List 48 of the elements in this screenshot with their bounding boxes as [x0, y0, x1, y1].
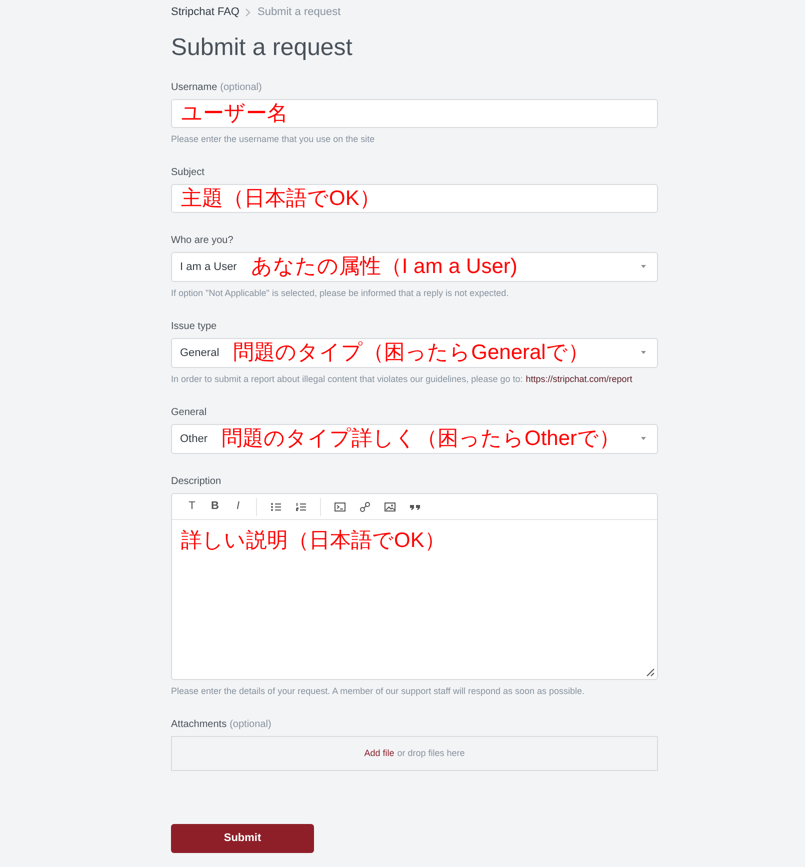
annotation-text: 問題のタイプ（困ったらGeneralで） — [233, 342, 589, 362]
field-label: Subject — [171, 166, 204, 178]
annotation-text: 問題のタイプ詳しく（困ったらOtherで） — [222, 428, 620, 448]
chevron-icon — [245, 8, 252, 16]
field-label: Who are you? — [171, 234, 234, 246]
breadcrumb-link[interactable]: Stripchat FAQ — [171, 4, 240, 20]
report-link[interactable]: https://stripchat.com/report — [526, 373, 632, 385]
field-label: General — [171, 406, 207, 418]
text-input[interactable]: 主題（日本語でOK） — [171, 184, 658, 213]
hint-text: In order to submit a report about illegal content that violates our guidelines, please go to: — [171, 373, 523, 385]
annotation-text: ユーザー名 — [181, 103, 288, 124]
text-editor[interactable]: T B I 詳しい説明（日本語でOK） — [171, 493, 658, 680]
submit-button[interactable]: Submit — [171, 824, 314, 853]
numbered-list-icon[interactable] — [295, 500, 307, 512]
hint-text: Please enter the username that you use on the site — [171, 133, 375, 145]
field-label: Issue type — [171, 320, 217, 332]
annotation-text: あなたの属性（I am a User) — [250, 256, 518, 276]
page-title: Submit a request — [171, 33, 354, 63]
dropdown-value: Other — [180, 432, 208, 447]
hint-text: If option "Not Applicable" is selected, please be informed that a reply is not expected. — [171, 287, 509, 299]
image-icon[interactable] — [384, 500, 396, 512]
add-file-link[interactable]: Add file — [364, 746, 394, 760]
caret-icon — [641, 351, 646, 354]
hint-text: Please enter the details of your request. A member of our support staff will respond as soon as possible. — [171, 685, 585, 697]
dropdown-value: General — [180, 346, 220, 361]
dropzone-text: or drop files here — [397, 746, 465, 760]
format-button[interactable]: T — [187, 498, 197, 515]
field-label: Description — [171, 475, 222, 487]
caret-icon — [641, 437, 646, 440]
dropdown-value: I am a User — [180, 260, 237, 275]
text-input[interactable]: ユーザー名 — [171, 99, 658, 128]
caret-icon — [641, 265, 646, 268]
dropdown[interactable]: General 問題のタイプ（困ったらGeneralで） — [171, 338, 658, 368]
annotation-text: 詳しい説明（日本語でOK） — [181, 529, 446, 552]
dropdown[interactable]: I am a User あなたの属性（I am a User) — [171, 252, 658, 282]
field-label: Attachments — [171, 718, 227, 730]
annotation-text: 主題（日本語でOK） — [181, 188, 380, 209]
bulleted-list-icon[interactable] — [270, 500, 282, 512]
code-block-icon[interactable] — [334, 500, 346, 512]
resize-handle-icon[interactable] — [646, 668, 655, 677]
format-button[interactable]: I — [233, 498, 243, 515]
file-dropzone[interactable]: Add file or drop files here — [171, 736, 658, 771]
link-icon[interactable] — [359, 500, 371, 512]
dropdown[interactable]: Other 問題のタイプ詳しく（困ったらOtherで） — [171, 424, 658, 454]
optional-label: (optional) — [220, 81, 262, 93]
optional-label: (optional) — [230, 718, 272, 730]
format-button[interactable]: B — [210, 498, 220, 515]
field-label: Username — [171, 81, 218, 93]
